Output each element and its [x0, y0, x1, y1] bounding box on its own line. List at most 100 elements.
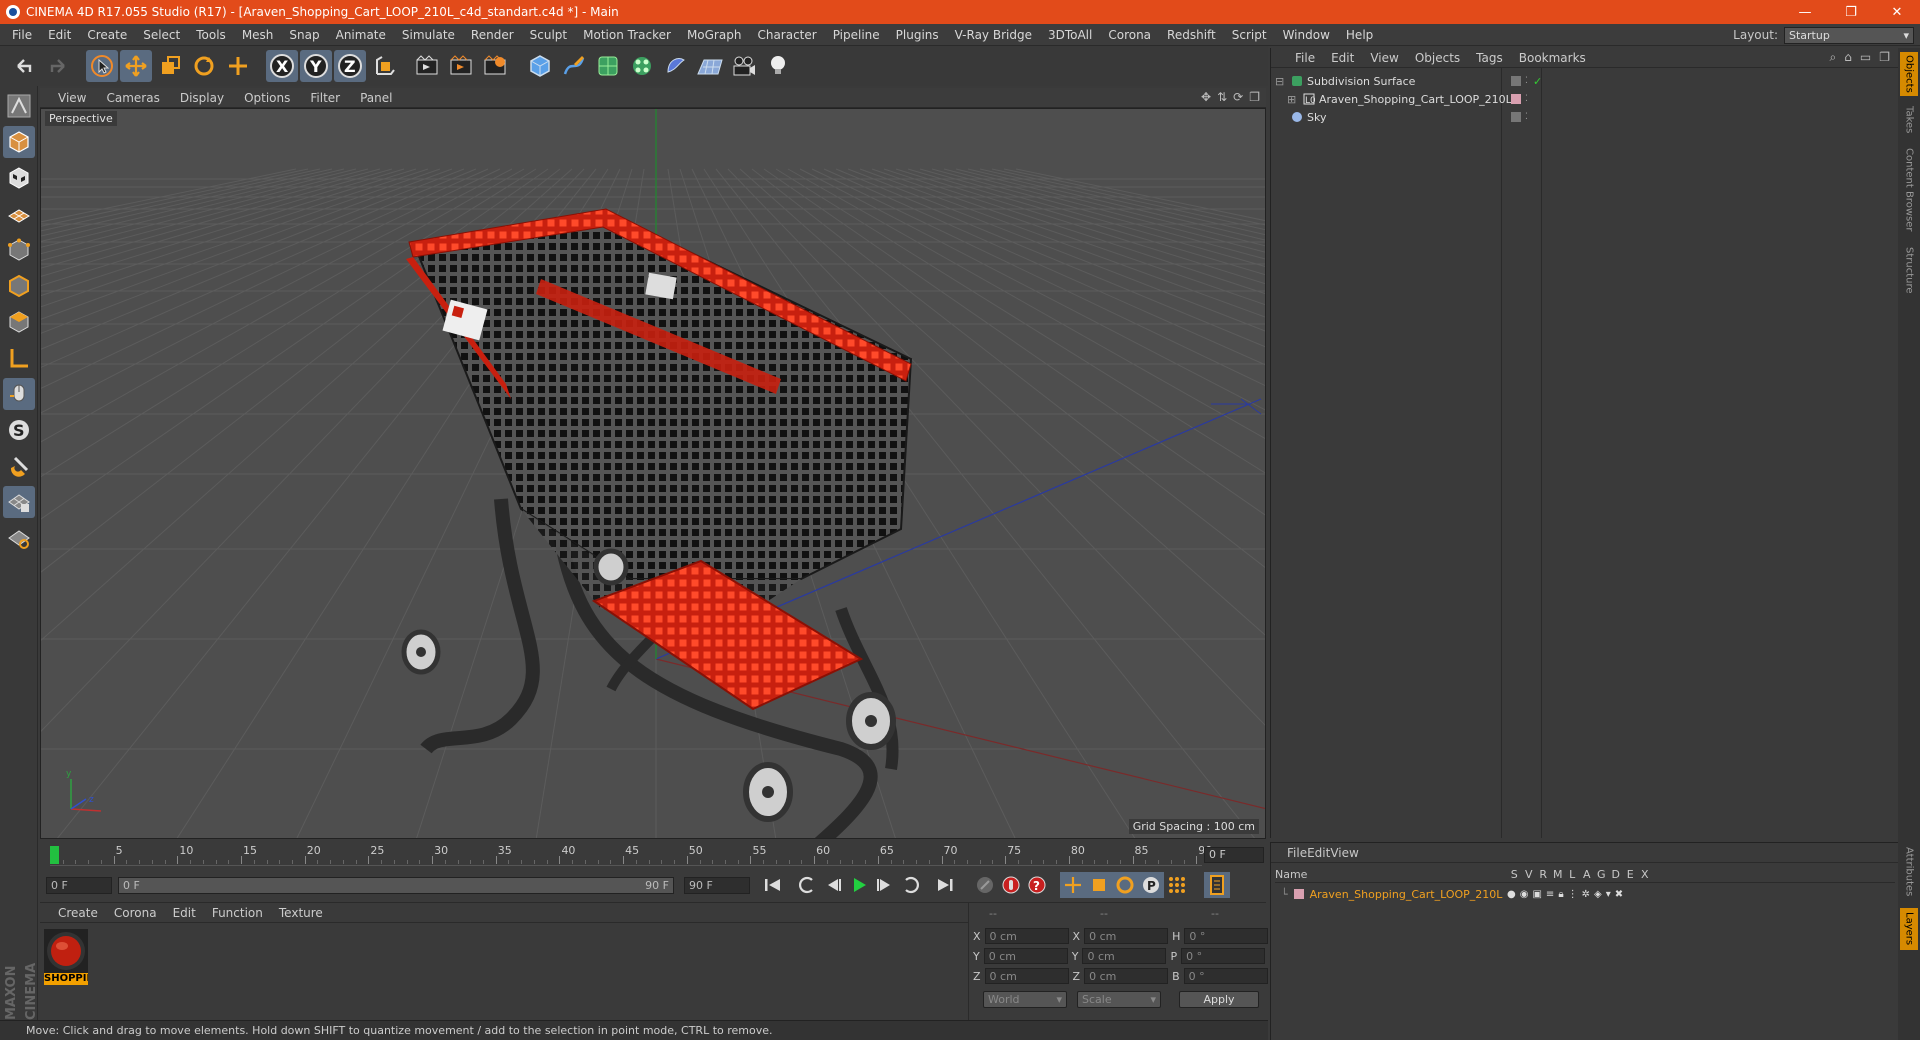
record-keys-disabled-button[interactable]: [972, 872, 998, 898]
menu-corona[interactable]: Corona: [1100, 28, 1159, 42]
deformer-button[interactable]: [660, 50, 692, 82]
maximize-panel-icon[interactable]: ❐: [1879, 50, 1890, 65]
render-settings-button[interactable]: [480, 50, 512, 82]
rotation-b-field[interactable]: 0 °: [1183, 968, 1268, 984]
size-x-field[interactable]: 0 cm: [1084, 928, 1169, 944]
material-menu-texture[interactable]: Texture: [271, 906, 331, 920]
menu-tools[interactable]: Tools: [188, 28, 234, 42]
play-button[interactable]: [846, 872, 872, 898]
viewport-menu-panel[interactable]: Panel: [350, 91, 402, 105]
viewport-menu-display[interactable]: Display: [170, 91, 234, 105]
viewport-canvas[interactable]: y z: [41, 109, 1266, 839]
live-selection-tool-button[interactable]: [86, 50, 118, 82]
layer-column-s[interactable]: S: [1507, 868, 1522, 881]
menu-create[interactable]: Create: [79, 28, 135, 42]
render-picture-viewer-button[interactable]: [446, 50, 478, 82]
layer-color-icon[interactable]: [1293, 889, 1304, 899]
cloner-button[interactable]: [626, 50, 658, 82]
minimize-button[interactable]: —: [1782, 0, 1828, 24]
menu-render[interactable]: Render: [463, 28, 522, 42]
object-name[interactable]: Subdivision Surface: [1307, 75, 1415, 88]
manager-icon[interactable]: ≡: [1546, 889, 1554, 900]
search-icon[interactable]: ⌕: [1830, 50, 1837, 65]
menu-select[interactable]: Select: [135, 28, 188, 42]
cube-primitive-button[interactable]: [524, 50, 556, 82]
layer-column-r[interactable]: R: [1536, 868, 1551, 881]
material-menu-create[interactable]: Create: [50, 906, 106, 920]
collapse-icon[interactable]: ⊟: [1275, 75, 1287, 88]
xref-icon[interactable]: ✖: [1615, 889, 1623, 900]
visibility-dots-icon[interactable]: ⁚: [1525, 94, 1528, 104]
x-axis-lock-button[interactable]: X: [266, 50, 298, 82]
polygons-mode-button[interactable]: [3, 306, 35, 338]
floor-button[interactable]: [694, 50, 726, 82]
object-row-subdivision-surface[interactable]: ⊟ Subdivision Surface ⁚ ✓: [1275, 72, 1895, 90]
scale-tool-button[interactable]: [154, 50, 186, 82]
enabled-check-icon[interactable]: ✓: [1533, 75, 1542, 88]
tab-structure[interactable]: Structure: [1900, 242, 1918, 298]
axis-mode-button[interactable]: [3, 342, 35, 374]
layer-tag-icon[interactable]: [1511, 76, 1521, 86]
key-scale-button[interactable]: [1086, 872, 1112, 898]
layer-name[interactable]: Araven_Shopping_Cart_LOOP_210L: [1310, 888, 1503, 901]
menu-v-ray-bridge[interactable]: V-Ray Bridge: [947, 28, 1040, 42]
menu-snap[interactable]: Snap: [281, 28, 327, 42]
menu-simulate[interactable]: Simulate: [394, 28, 463, 42]
size-mode-dropdown[interactable]: Scale ▾: [1077, 991, 1161, 1008]
menu-script[interactable]: Script: [1224, 28, 1275, 42]
dolly-view-icon[interactable]: ⇅: [1217, 90, 1227, 104]
workplane-mode-button[interactable]: [3, 198, 35, 230]
layer-column-m[interactable]: M: [1551, 868, 1566, 881]
perspective-viewport[interactable]: y z Perspective Grid Spacing : 100 cm: [40, 108, 1266, 839]
layer-column-x[interactable]: X: [1638, 868, 1653, 881]
menu-pipeline[interactable]: Pipeline: [825, 28, 888, 42]
animation-icon[interactable]: ⋮: [1568, 889, 1578, 900]
layer-column-d[interactable]: D: [1609, 868, 1624, 881]
material-menu-corona[interactable]: Corona: [106, 906, 165, 920]
menu-file[interactable]: File: [4, 28, 40, 42]
menu-mograph[interactable]: MoGraph: [679, 28, 750, 42]
viewport-menu-cameras[interactable]: Cameras: [96, 91, 169, 105]
menu-motion-tracker[interactable]: Motion Tracker: [575, 28, 679, 42]
object-menu-edit[interactable]: Edit: [1323, 51, 1362, 65]
light-button[interactable]: [762, 50, 794, 82]
rotate-view-icon[interactable]: ⟳: [1233, 90, 1243, 104]
menu-character[interactable]: Character: [749, 28, 824, 42]
snapping-button[interactable]: S: [3, 414, 35, 446]
z-axis-lock-button[interactable]: Z: [334, 50, 366, 82]
go-to-end-button[interactable]: [932, 872, 958, 898]
coordinate-system-button[interactable]: [368, 50, 400, 82]
material-swatch[interactable]: SHOPPII: [44, 929, 90, 989]
start-frame-field[interactable]: 0 F: [46, 876, 112, 894]
grid-lock-button[interactable]: [3, 486, 35, 518]
object-menu-tags[interactable]: Tags: [1468, 51, 1511, 65]
magnet-button[interactable]: [3, 450, 35, 482]
move-tool-button[interactable]: [120, 50, 152, 82]
playhead-marker[interactable]: [50, 846, 59, 864]
generators-icon[interactable]: ✲: [1582, 889, 1590, 900]
expand-icon[interactable]: ⊞: [1287, 93, 1299, 106]
position-y-field[interactable]: 0 cm: [983, 948, 1068, 964]
layer-column-v[interactable]: V: [1522, 868, 1537, 881]
size-z-field[interactable]: 0 cm: [1084, 968, 1169, 984]
menu-mesh[interactable]: Mesh: [234, 28, 282, 42]
tab-layers[interactable]: Layers: [1900, 908, 1918, 950]
object-menu-file[interactable]: File: [1287, 51, 1323, 65]
maximize-view-icon[interactable]: ❐: [1249, 90, 1260, 104]
layer-menu-view[interactable]: View: [1330, 846, 1358, 860]
next-key-button[interactable]: [898, 872, 924, 898]
visibility-dots-icon[interactable]: ⁚: [1525, 112, 1528, 122]
grid-rotate-button[interactable]: [3, 522, 35, 554]
subdivision-surface-button[interactable]: [592, 50, 624, 82]
object-menu-bookmarks[interactable]: Bookmarks: [1511, 51, 1594, 65]
object-menu-objects[interactable]: Objects: [1407, 51, 1468, 65]
layer-column-g[interactable]: G: [1594, 868, 1609, 881]
pan-view-icon[interactable]: ✥: [1201, 90, 1211, 104]
model-mode-button[interactable]: [3, 126, 35, 158]
edges-mode-button[interactable]: [3, 270, 35, 302]
object-name[interactable]: Araven_Shopping_Cart_LOOP_210L: [1319, 93, 1512, 106]
make-editable-button[interactable]: [3, 90, 35, 122]
menu-edit[interactable]: Edit: [40, 28, 79, 42]
deformers-icon[interactable]: ◈: [1594, 889, 1602, 900]
texture-mode-button[interactable]: [3, 162, 35, 194]
